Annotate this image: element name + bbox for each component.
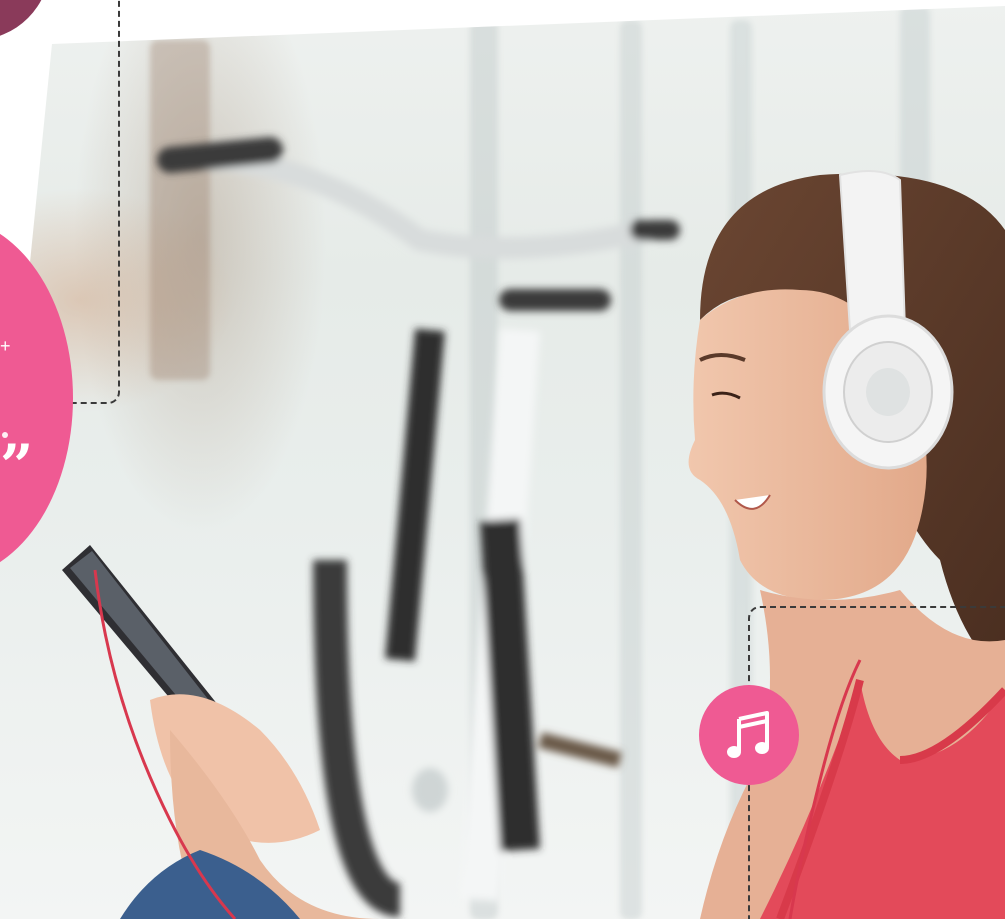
music-badge <box>699 685 799 785</box>
plus-icon: + <box>0 336 11 356</box>
page: + ” <box>0 0 1005 919</box>
closing-quote-icon: ” <box>0 432 34 500</box>
music-note-icon <box>727 711 769 758</box>
